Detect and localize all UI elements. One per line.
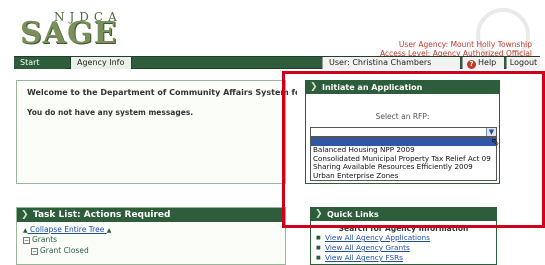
rfp-select-label: Select an RFP: bbox=[375, 112, 430, 121]
logout-button[interactable]: Logout bbox=[506, 57, 540, 69]
sage-logo: NJDCA SAGE bbox=[16, 8, 146, 58]
mouse-pointer-icon: ⬁ bbox=[491, 137, 500, 148]
tree-node-grants[interactable]: − Grants bbox=[17, 234, 285, 245]
help-button[interactable]: ? Help bbox=[462, 57, 504, 69]
rfp-option[interactable]: Urban Enterprise Zones bbox=[311, 171, 496, 181]
page-header: NJDCA SAGE User Agency: Mount Holly Town… bbox=[10, 8, 540, 62]
user-agency-text: User Agency: Mount Holly Township bbox=[398, 40, 532, 49]
quick-links-subtitle: Search for Agency Information bbox=[338, 224, 469, 233]
initiate-panel-header: ❯ Initiate an Application bbox=[306, 81, 499, 94]
dropdown-arrow-icon[interactable]: ▼ bbox=[486, 128, 496, 136]
nav-bar: Start Menu Agency Info User: Christina C… bbox=[14, 56, 540, 79]
rfp-options-list: Balanced Housing NPP 2009 Consolidated M… bbox=[310, 137, 497, 181]
chevron-right-icon: ❯ bbox=[315, 209, 323, 219]
collapse-tree-link[interactable]: ▲ Collapse Entire Tree ▲ bbox=[17, 225, 285, 234]
quick-links-panel: ❯ Quick Links Search for Agency Informat… bbox=[310, 207, 497, 265]
task-list-panel: ❯ Task List: Actions Required ▲ Collapse… bbox=[16, 207, 286, 265]
welcome-title: Welcome to the Department of Community A… bbox=[27, 88, 297, 97]
system-message-text: You do not have any system messages. bbox=[27, 108, 194, 117]
quick-links-header: ❯ Quick Links bbox=[311, 208, 496, 221]
tree-node-label: Grants bbox=[32, 235, 58, 244]
help-icon: ? bbox=[467, 60, 476, 69]
task-list-title: Task List: Actions Required bbox=[33, 210, 171, 220]
tab-agency-info[interactable]: Agency Info bbox=[70, 57, 132, 69]
initiate-application-panel: ❯ Initiate an Application Select an RFP:… bbox=[305, 80, 500, 184]
tree-node-grant-closed[interactable]: − Grant Closed bbox=[17, 245, 285, 256]
initiate-panel-title: Initiate an Application bbox=[322, 83, 423, 92]
rfp-select[interactable]: ▼ bbox=[310, 127, 497, 137]
logo-sage-text: SAGE bbox=[20, 16, 118, 51]
welcome-panel: Welcome to the Department of Community A… bbox=[16, 80, 297, 184]
collapse-toggle-icon[interactable]: − bbox=[23, 237, 30, 244]
current-user-label: User: Christina Chambers bbox=[322, 57, 460, 69]
help-label: Help bbox=[478, 58, 497, 67]
tab-start-menu[interactable]: Start Menu bbox=[14, 57, 66, 79]
link-view-all-applications[interactable]: View All Agency Applications bbox=[311, 233, 496, 243]
tree-node-label: Grant Closed bbox=[40, 246, 89, 255]
task-list-header: ❯ Task List: Actions Required bbox=[17, 208, 285, 222]
link-view-all-fsrs[interactable]: View All Agency FSRs bbox=[311, 253, 496, 263]
triangle-up-icon: ▲ bbox=[23, 227, 28, 234]
collapse-tree-label: Collapse Entire Tree bbox=[30, 225, 105, 234]
chevron-right-icon: ❯ bbox=[21, 210, 29, 220]
triangle-up-icon: ▲ bbox=[106, 227, 112, 234]
chevron-right-icon: ❯ bbox=[310, 82, 318, 92]
quick-links-title: Quick Links bbox=[327, 210, 379, 219]
link-view-all-grants[interactable]: View All Agency Grants bbox=[311, 243, 496, 253]
collapse-toggle-icon[interactable]: − bbox=[31, 248, 38, 255]
